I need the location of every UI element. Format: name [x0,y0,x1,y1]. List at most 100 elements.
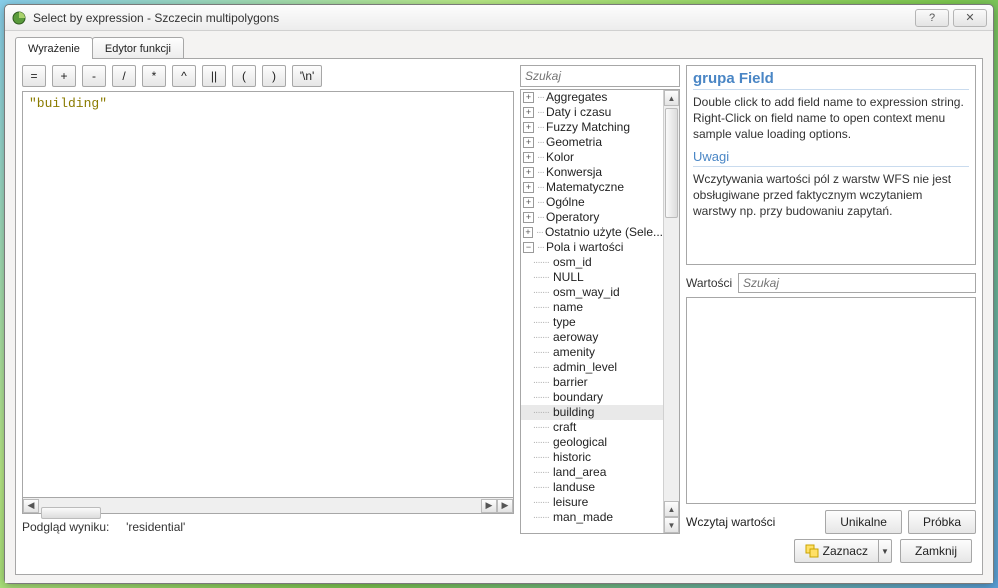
tree-group-item[interactable]: +···Aggregates [521,90,663,105]
select-split-button: Zaznacz ▼ [794,539,892,563]
tree-field-item[interactable]: ·······building [521,405,663,420]
tree-field-item[interactable]: ·······leisure [521,495,663,510]
main-columns: = + - / * ^ || ( ) '\n' "building" [22,65,976,534]
unique-button[interactable]: Unikalne [825,510,902,534]
tab-panel: = + - / * ^ || ( ) '\n' "building" [15,58,983,575]
select-by-expression-window: Select by expression - Szczecin multipol… [4,4,994,584]
tree-group-item[interactable]: +···Daty i czasu [521,105,663,120]
help-button[interactable]: ? [915,9,949,27]
values-search-row: Wartości [686,273,976,293]
tree-field-item[interactable]: ·······landuse [521,480,663,495]
tree-field-item[interactable]: ·······barrier [521,375,663,390]
scroll-left-icon[interactable]: ◀ [23,499,39,513]
tree-field-item[interactable]: ·······NULL [521,270,663,285]
tree-field-item[interactable]: ·······osm_way_id [521,285,663,300]
tree-field-item[interactable]: ·······geological [521,435,663,450]
tree-field-item[interactable]: ·······name [521,300,663,315]
select-dropdown-button[interactable]: ▼ [878,539,892,563]
qgis-icon [11,10,27,26]
scroll-right2-icon[interactable]: ▶ [497,499,513,513]
expand-icon[interactable]: + [523,137,534,148]
expand-icon[interactable]: + [523,107,534,118]
op-rparen-button[interactable]: ) [262,65,286,87]
tree-field-item[interactable]: ·······craft [521,420,663,435]
values-search-input[interactable] [738,273,976,293]
expand-icon[interactable]: + [523,212,534,223]
footer-buttons: Zaznacz ▼ Zamknij [22,534,976,568]
op-eq-button[interactable]: = [22,65,46,87]
tree-group-item[interactable]: +···Ogólne [521,195,663,210]
expand-icon[interactable]: + [523,197,534,208]
tab-expression[interactable]: Wyrażenie [15,37,93,59]
values-list[interactable] [686,297,976,504]
tree-field-item[interactable]: ·······admin_level [521,360,663,375]
op-minus-button[interactable]: - [82,65,106,87]
middle-column: +···Aggregates+···Daty i czasu+···Fuzzy … [520,65,680,534]
scroll-right-icon[interactable]: ▶ [481,499,497,513]
window-title: Select by expression - Szczecin multipol… [33,11,911,25]
function-tree-wrap: +···Aggregates+···Daty i czasu+···Fuzzy … [520,89,680,534]
vscroll-track[interactable] [664,106,679,501]
function-tree[interactable]: +···Aggregates+···Daty i czasu+···Fuzzy … [521,90,663,533]
op-newline-button[interactable]: '\n' [292,65,322,87]
op-mul-button[interactable]: * [142,65,166,87]
tree-group-item[interactable]: +···Kolor [521,150,663,165]
tree-group-item[interactable]: +···Operatory [521,210,663,225]
close-button[interactable]: Zamknij [900,539,972,563]
scroll-down2-icon[interactable]: ▼ [664,517,679,533]
collapse-icon[interactable]: − [523,242,534,253]
titlebar: Select by expression - Szczecin multipol… [5,5,993,31]
expression-hscroll[interactable]: ◀ ▶ ▶ [22,498,514,514]
right-column: grupa Field Double click to add field na… [686,65,976,534]
tree-group-item[interactable]: +···Ostatnio użyte (Sele... [521,225,663,240]
tree-field-item[interactable]: ·······boundary [521,390,663,405]
expression-editor[interactable]: "building" [22,91,514,498]
tree-field-item[interactable]: ·······man_made [521,510,663,525]
tree-field-item[interactable]: ·······amenity [521,345,663,360]
vscroll-thumb[interactable] [665,108,678,218]
expand-icon[interactable]: + [523,152,534,163]
expression-text: "building" [29,96,107,111]
tree-group-item[interactable]: +···Fuzzy Matching [521,120,663,135]
expand-icon[interactable]: + [523,182,534,193]
expand-icon[interactable]: + [523,227,533,238]
hscroll-thumb[interactable] [41,507,101,519]
expand-icon[interactable]: + [523,167,534,178]
tree-group-item[interactable]: +···Matematyczne [521,180,663,195]
operator-bar: = + - / * ^ || ( ) '\n' [22,65,514,87]
help-body: Double click to add field name to expres… [693,94,969,143]
select-button-label: Zaznacz [823,544,868,558]
tree-vscroll[interactable]: ▲ ▲ ▼ [663,90,679,533]
tree-field-item[interactable]: ·······aeroway [521,330,663,345]
tree-field-item[interactable]: ·······type [521,315,663,330]
op-concat-button[interactable]: || [202,65,226,87]
left-column: = + - / * ^ || ( ) '\n' "building" [22,65,514,534]
tree-field-item[interactable]: ·······historic [521,450,663,465]
select-button[interactable]: Zaznacz [794,539,878,563]
scroll-up-icon[interactable]: ▲ [664,90,679,106]
help-notes-body: Wczytywania wartości pól z warstw WFS ni… [693,171,969,220]
op-plus-button[interactable]: + [52,65,76,87]
tree-group-fields[interactable]: −···Pola i wartości [521,240,663,255]
close-window-button[interactable]: ✕ [953,9,987,27]
op-div-button[interactable]: / [112,65,136,87]
expand-icon[interactable]: + [523,92,534,103]
values-buttons: Wczytaj wartości Unikalne Próbka [686,510,976,534]
tree-group-item[interactable]: +···Konwersja [521,165,663,180]
result-label: Podgląd wyniku: [22,520,109,534]
sample-button[interactable]: Próbka [908,510,976,534]
tree-group-item[interactable]: +···Geometria [521,135,663,150]
tree-field-item[interactable]: ·······land_area [521,465,663,480]
expand-icon[interactable]: + [523,122,534,133]
search-input[interactable] [520,65,680,87]
tree-field-item[interactable]: ·······osm_id [521,255,663,270]
op-lparen-button[interactable]: ( [232,65,256,87]
tab-function-editor[interactable]: Edytor funkcji [92,37,184,59]
values-label: Wartości [686,276,734,290]
load-values-label: Wczytaj wartości [686,515,775,529]
scroll-down-icon[interactable]: ▲ [664,501,679,517]
content-area: Wyrażenie Edytor funkcji = + - / * ^ || … [5,31,993,583]
op-pow-button[interactable]: ^ [172,65,196,87]
help-panel: grupa Field Double click to add field na… [686,65,976,265]
tab-row: Wyrażenie Edytor funkcji [15,37,983,59]
